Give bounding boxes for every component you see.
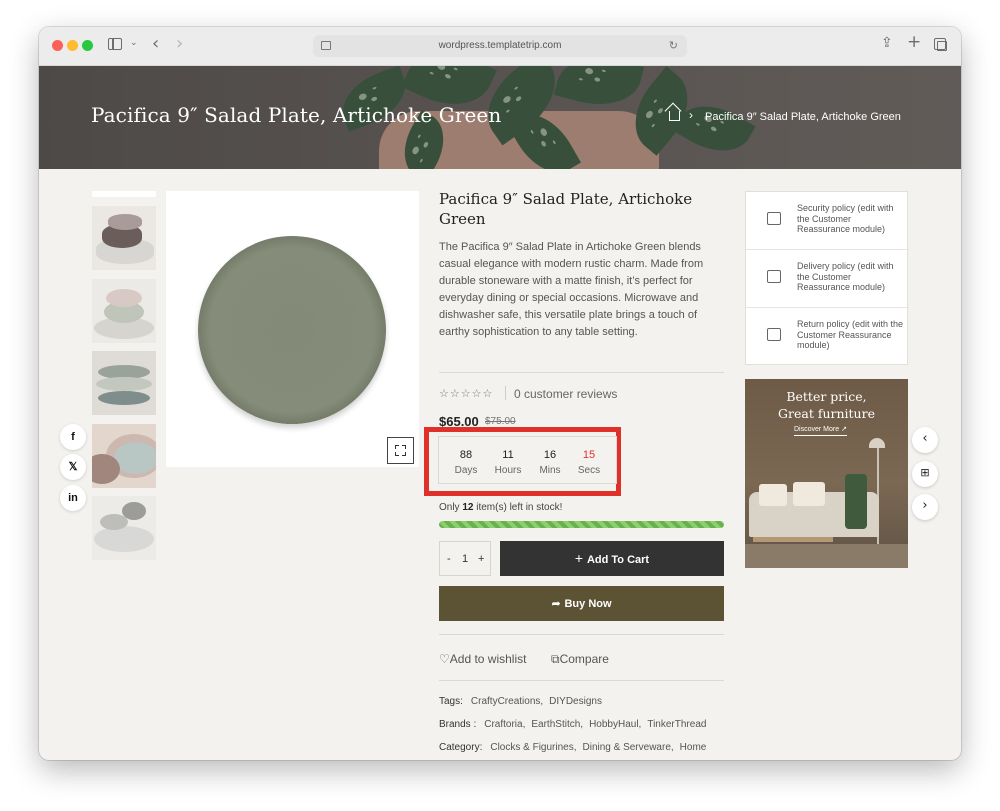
quantity-stepper[interactable]: - 1 +	[439, 541, 491, 576]
browser-window: ⌄ ‹ › wordpress.templatetrip.com ↻ ⇪ + P…	[39, 27, 961, 760]
plus-icon: +	[574, 550, 587, 566]
home-icon[interactable]	[669, 111, 680, 121]
brands-row: Brands : Craftoria, EarthStitch, HobbyHaul,…	[439, 719, 707, 730]
category-link[interactable]: Home	[680, 742, 707, 753]
old-price: $75.00	[485, 416, 516, 427]
browser-toolbar: ⌄ ‹ › wordpress.templatetrip.com ↻ ⇪ +	[39, 27, 961, 66]
qty-value[interactable]: 1	[462, 553, 468, 565]
product-description: The Pacifica 9″ Salad Plate in Artichoke…	[439, 241, 704, 338]
forward-arrow-icon[interactable]: ›	[176, 35, 183, 53]
qty-minus-button[interactable]: -	[447, 553, 451, 565]
expand-icon	[394, 444, 407, 457]
address-bar[interactable]: wordpress.templatetrip.com ↻	[313, 35, 687, 57]
page-title: Pacifica 9″ Salad Plate, Artichoke Green	[91, 103, 502, 127]
countdown-days-label: Days	[454, 465, 478, 476]
minimize-window-button[interactable]	[67, 40, 78, 51]
compare-icon: ⧉	[551, 652, 560, 666]
plate-image	[198, 236, 386, 424]
product-main-image[interactable]	[166, 191, 419, 467]
tags-row: Tags: CraftyCreations, DIYDesigns	[439, 696, 602, 707]
hero-banner: Pacifica 9″ Salad Plate, Artichoke Green…	[39, 66, 961, 169]
share-arrow-icon: ➦	[551, 597, 565, 610]
reviews-link[interactable]: 0 customer reviews	[514, 387, 617, 401]
fullscreen-button[interactable]	[387, 437, 414, 464]
chevron-right-icon: ›	[922, 498, 928, 513]
compare-link[interactable]: ⧉Compare	[551, 652, 609, 667]
countdown-mins: 16	[543, 449, 557, 461]
countdown-secs-label: Secs	[577, 465, 601, 476]
x-icon: 𝕏	[68, 461, 78, 473]
brand-link[interactable]: EarthStitch,	[531, 719, 583, 730]
close-window-button[interactable]	[52, 40, 63, 51]
banner-title: Better price, Great furniture	[778, 389, 875, 421]
facebook-share-button[interactable]: f	[60, 424, 86, 450]
linkedin-share-button[interactable]: in	[60, 485, 86, 511]
policy-item-security: Security policy (edit with the Customer …	[746, 192, 909, 250]
thumbnail-strip-top	[92, 191, 156, 197]
grid-view-button[interactable]: ⊞	[912, 461, 938, 487]
grid-icon: ⊞	[920, 466, 930, 479]
promo-banner[interactable]: Better price, Great furniture Discover Mo…	[745, 379, 908, 568]
product-title: Pacifica 9″ Salad Plate, Artichoke Green	[439, 190, 693, 228]
new-tab-icon[interactable]: +	[907, 34, 921, 51]
add-to-wishlist-link[interactable]: ♡Add to wishlist	[439, 652, 526, 666]
reload-icon[interactable]: ↻	[669, 39, 678, 52]
discover-more-link[interactable]: Discover More ↗	[794, 425, 847, 436]
category-link[interactable]: Dining & Serveware,	[583, 742, 674, 753]
countdown-secs: 15	[582, 449, 596, 461]
policy-item-return: Return policy (edit with the Customer Re…	[746, 308, 909, 366]
product-thumbnail[interactable]	[92, 206, 156, 270]
back-arrow-icon[interactable]: ‹	[152, 35, 159, 53]
sidebar-toggle-icon[interactable]	[108, 38, 122, 50]
breadcrumb-separator-icon: ›	[689, 108, 693, 122]
brand-link[interactable]: HobbyHaul,	[589, 719, 641, 730]
lock-icon	[767, 212, 781, 225]
brand-link[interactable]: Craftoria,	[484, 719, 525, 730]
category-link[interactable]: Clocks & Figurines,	[490, 742, 576, 753]
product-thumbnail[interactable]	[92, 351, 156, 415]
stock-message: Only 12 item(s) left in stock!	[439, 502, 563, 513]
reassurance-block: Security policy (edit with the Customer …	[745, 191, 909, 366]
chevron-left-icon: ‹	[922, 431, 928, 446]
zoom-window-button[interactable]	[82, 40, 93, 51]
add-to-cart-button[interactable]: + Add To Cart	[500, 541, 724, 576]
url-text: wordpress.templatetrip.com	[438, 40, 562, 51]
category-row: Category: Clocks & Figurines, Dining & Ser…	[439, 742, 707, 753]
heart-icon: ♡	[439, 652, 450, 666]
buy-now-button[interactable]: ➦ Buy Now	[439, 586, 724, 621]
product-thumbnail[interactable]	[92, 496, 156, 560]
product-thumbnail[interactable]	[92, 279, 156, 343]
tag-link[interactable]: CraftyCreations,	[471, 696, 543, 707]
tag-link[interactable]: DIYDesigns	[549, 696, 602, 707]
truck-icon	[767, 270, 781, 283]
breadcrumb-current: Pacifica 9″ Salad Plate, Artichoke Green	[705, 111, 901, 123]
prev-product-button[interactable]: ‹	[912, 427, 938, 453]
stock-count: 12	[462, 502, 474, 513]
chevron-down-icon[interactable]: ⌄	[130, 39, 138, 48]
next-product-button[interactable]: ›	[912, 494, 938, 520]
brand-link[interactable]: TinkerThread	[647, 719, 706, 730]
return-icon	[767, 328, 781, 341]
share-icon[interactable]: ⇪	[881, 36, 893, 50]
countdown-hours-label: Hours	[494, 465, 522, 476]
rating-stars-icon: ☆☆☆☆☆	[439, 387, 494, 400]
policy-item-delivery: Delivery policy (edit with the Customer …	[746, 250, 909, 308]
stock-progress-bar	[439, 521, 724, 528]
linkedin-icon: in	[68, 492, 78, 504]
product-thumbnail[interactable]	[92, 424, 156, 488]
qty-plus-button[interactable]: +	[478, 553, 484, 565]
countdown-mins-label: Mins	[539, 465, 561, 476]
countdown-days: 88	[459, 449, 473, 461]
facebook-icon: f	[71, 431, 75, 443]
countdown-hours: 11	[502, 449, 514, 461]
tab-overview-icon[interactable]	[934, 38, 947, 51]
x-share-button[interactable]: 𝕏	[60, 454, 86, 480]
